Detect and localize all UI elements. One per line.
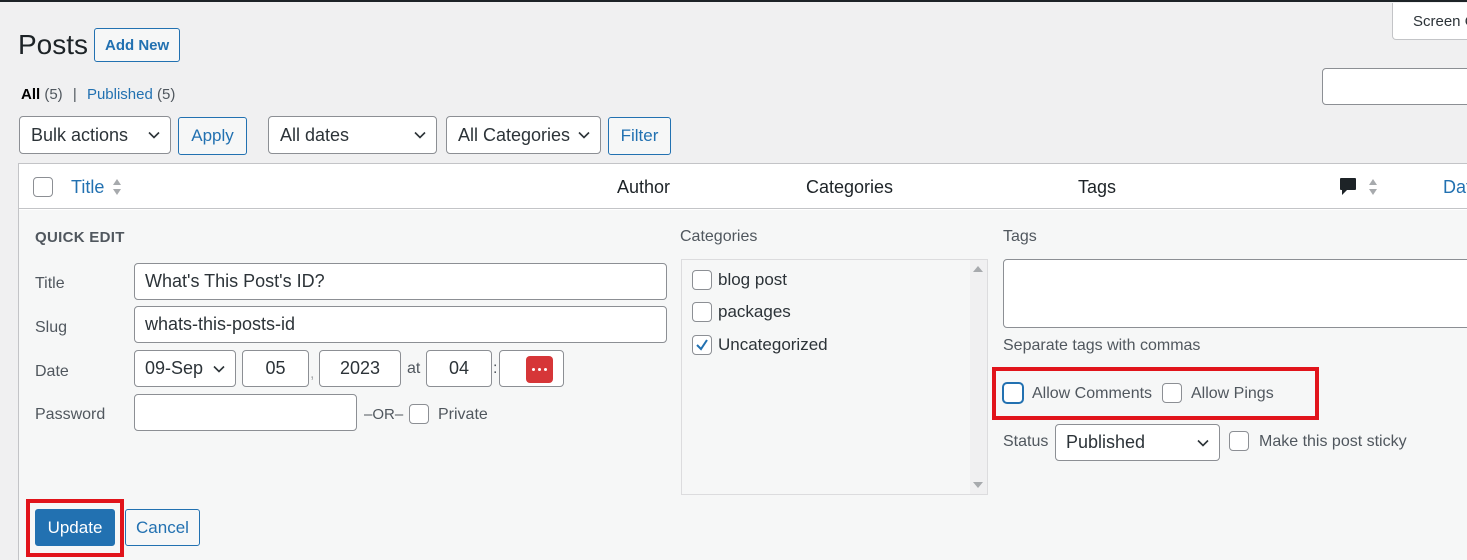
categories-checklist: blog post packages Uncategorized: [681, 259, 988, 495]
month-select[interactable]: 09-Sep: [134, 350, 236, 387]
status-value: Published: [1066, 432, 1146, 452]
tags-label: Tags: [1003, 228, 1037, 245]
chevron-down-icon: [578, 131, 590, 139]
add-new-button[interactable]: Add New: [94, 28, 181, 62]
admin-bar-edge: [0, 0, 1467, 2]
filter-button[interactable]: Filter: [608, 117, 671, 155]
chevron-down-icon: [414, 131, 426, 139]
view-published-link[interactable]: Published: [87, 86, 153, 103]
sort-arrows-icon[interactable]: [112, 177, 122, 197]
category-label: packages: [718, 302, 791, 321]
column-date-header[interactable]: Date: [1443, 177, 1467, 198]
apply-button[interactable]: Apply: [178, 117, 247, 155]
category-checkbox[interactable]: [692, 302, 712, 322]
bulk-actions-select[interactable]: Bulk actions: [19, 116, 171, 154]
posts-table: Title Author Categories Tags Date QUICK …: [18, 163, 1467, 560]
month-value: 09-Sep: [145, 358, 204, 378]
scroll-up-icon[interactable]: [973, 266, 983, 272]
quick-edit-panel: QUICK EDIT Title What's This Post's ID? …: [19, 210, 1467, 560]
or-label: –OR–: [364, 406, 404, 423]
password-manager-icon[interactable]: [526, 356, 553, 383]
dates-filter-value: All dates: [280, 124, 350, 145]
column-tags-header: Tags: [1078, 177, 1117, 197]
date-comma: ,: [310, 365, 315, 382]
day-input[interactable]: 05: [242, 350, 309, 387]
title-input[interactable]: What's This Post's ID?: [134, 263, 667, 300]
highlight-box-comments: [992, 367, 1319, 420]
chevron-down-icon: [148, 131, 160, 139]
chevron-down-icon: [1197, 439, 1209, 447]
cancel-button[interactable]: Cancel: [125, 509, 200, 546]
category-checkbox[interactable]: [692, 270, 712, 290]
table-header: Title Author Categories Tags Date: [19, 164, 1467, 209]
checkmark-icon: [696, 339, 708, 351]
dates-filter-select[interactable]: All dates: [268, 116, 437, 154]
sort-arrows-icon[interactable]: [1368, 177, 1378, 197]
category-label: Uncategorized: [718, 335, 828, 354]
category-checkbox[interactable]: [692, 335, 712, 355]
column-title-header[interactable]: Title: [71, 177, 104, 198]
year-input[interactable]: 2023: [319, 350, 401, 387]
time-colon: :: [493, 360, 498, 377]
chevron-down-icon: [213, 365, 225, 373]
category-item-packages[interactable]: packages: [692, 302, 791, 322]
private-checkbox[interactable]: [409, 404, 429, 424]
post-status-views: All (5) | Published (5): [21, 86, 175, 103]
views-separator: |: [72, 86, 77, 103]
slug-label: Slug: [35, 319, 68, 336]
categories-filter-value: All Categories: [458, 124, 571, 145]
comment-icon[interactable]: [1339, 177, 1357, 197]
password-label: Password: [35, 406, 106, 423]
private-label: Private: [438, 406, 488, 423]
title-label: Title: [35, 275, 65, 292]
column-categories-header: Categories: [806, 177, 894, 197]
tags-textarea[interactable]: [1003, 259, 1467, 328]
category-item-blog-post[interactable]: blog post: [692, 270, 787, 290]
highlight-box-update: [26, 499, 124, 557]
screen-options-tab[interactable]: Screen O: [1392, 3, 1467, 40]
hour-input[interactable]: 04: [426, 350, 492, 387]
password-input[interactable]: [134, 394, 357, 431]
view-all-count: (5): [44, 86, 63, 103]
sticky-checkbox[interactable]: [1229, 431, 1249, 451]
status-select[interactable]: Published: [1055, 424, 1220, 461]
select-all-checkbox[interactable]: [33, 177, 53, 197]
category-item-uncategorized[interactable]: Uncategorized: [692, 335, 828, 355]
page-title: Posts: [18, 29, 89, 60]
search-posts-input[interactable]: [1322, 68, 1467, 105]
category-label: blog post: [718, 270, 787, 289]
scrollbar[interactable]: [970, 260, 987, 494]
tags-hint: Separate tags with commas: [1003, 337, 1201, 354]
scroll-down-icon[interactable]: [973, 482, 983, 488]
view-all-link[interactable]: All: [21, 86, 40, 103]
view-published-count: (5): [157, 86, 176, 103]
status-label: Status: [1003, 433, 1049, 450]
sticky-label: Make this post sticky: [1259, 433, 1407, 450]
categories-label: Categories: [680, 228, 758, 245]
date-at-label: at: [407, 360, 421, 377]
slug-input[interactable]: whats-this-posts-id: [134, 306, 667, 343]
quick-edit-heading: QUICK EDIT: [35, 229, 125, 246]
column-author-header: Author: [617, 177, 671, 197]
categories-filter-select[interactable]: All Categories: [446, 116, 601, 154]
date-label: Date: [35, 363, 69, 380]
bulk-actions-value: Bulk actions: [31, 124, 129, 145]
